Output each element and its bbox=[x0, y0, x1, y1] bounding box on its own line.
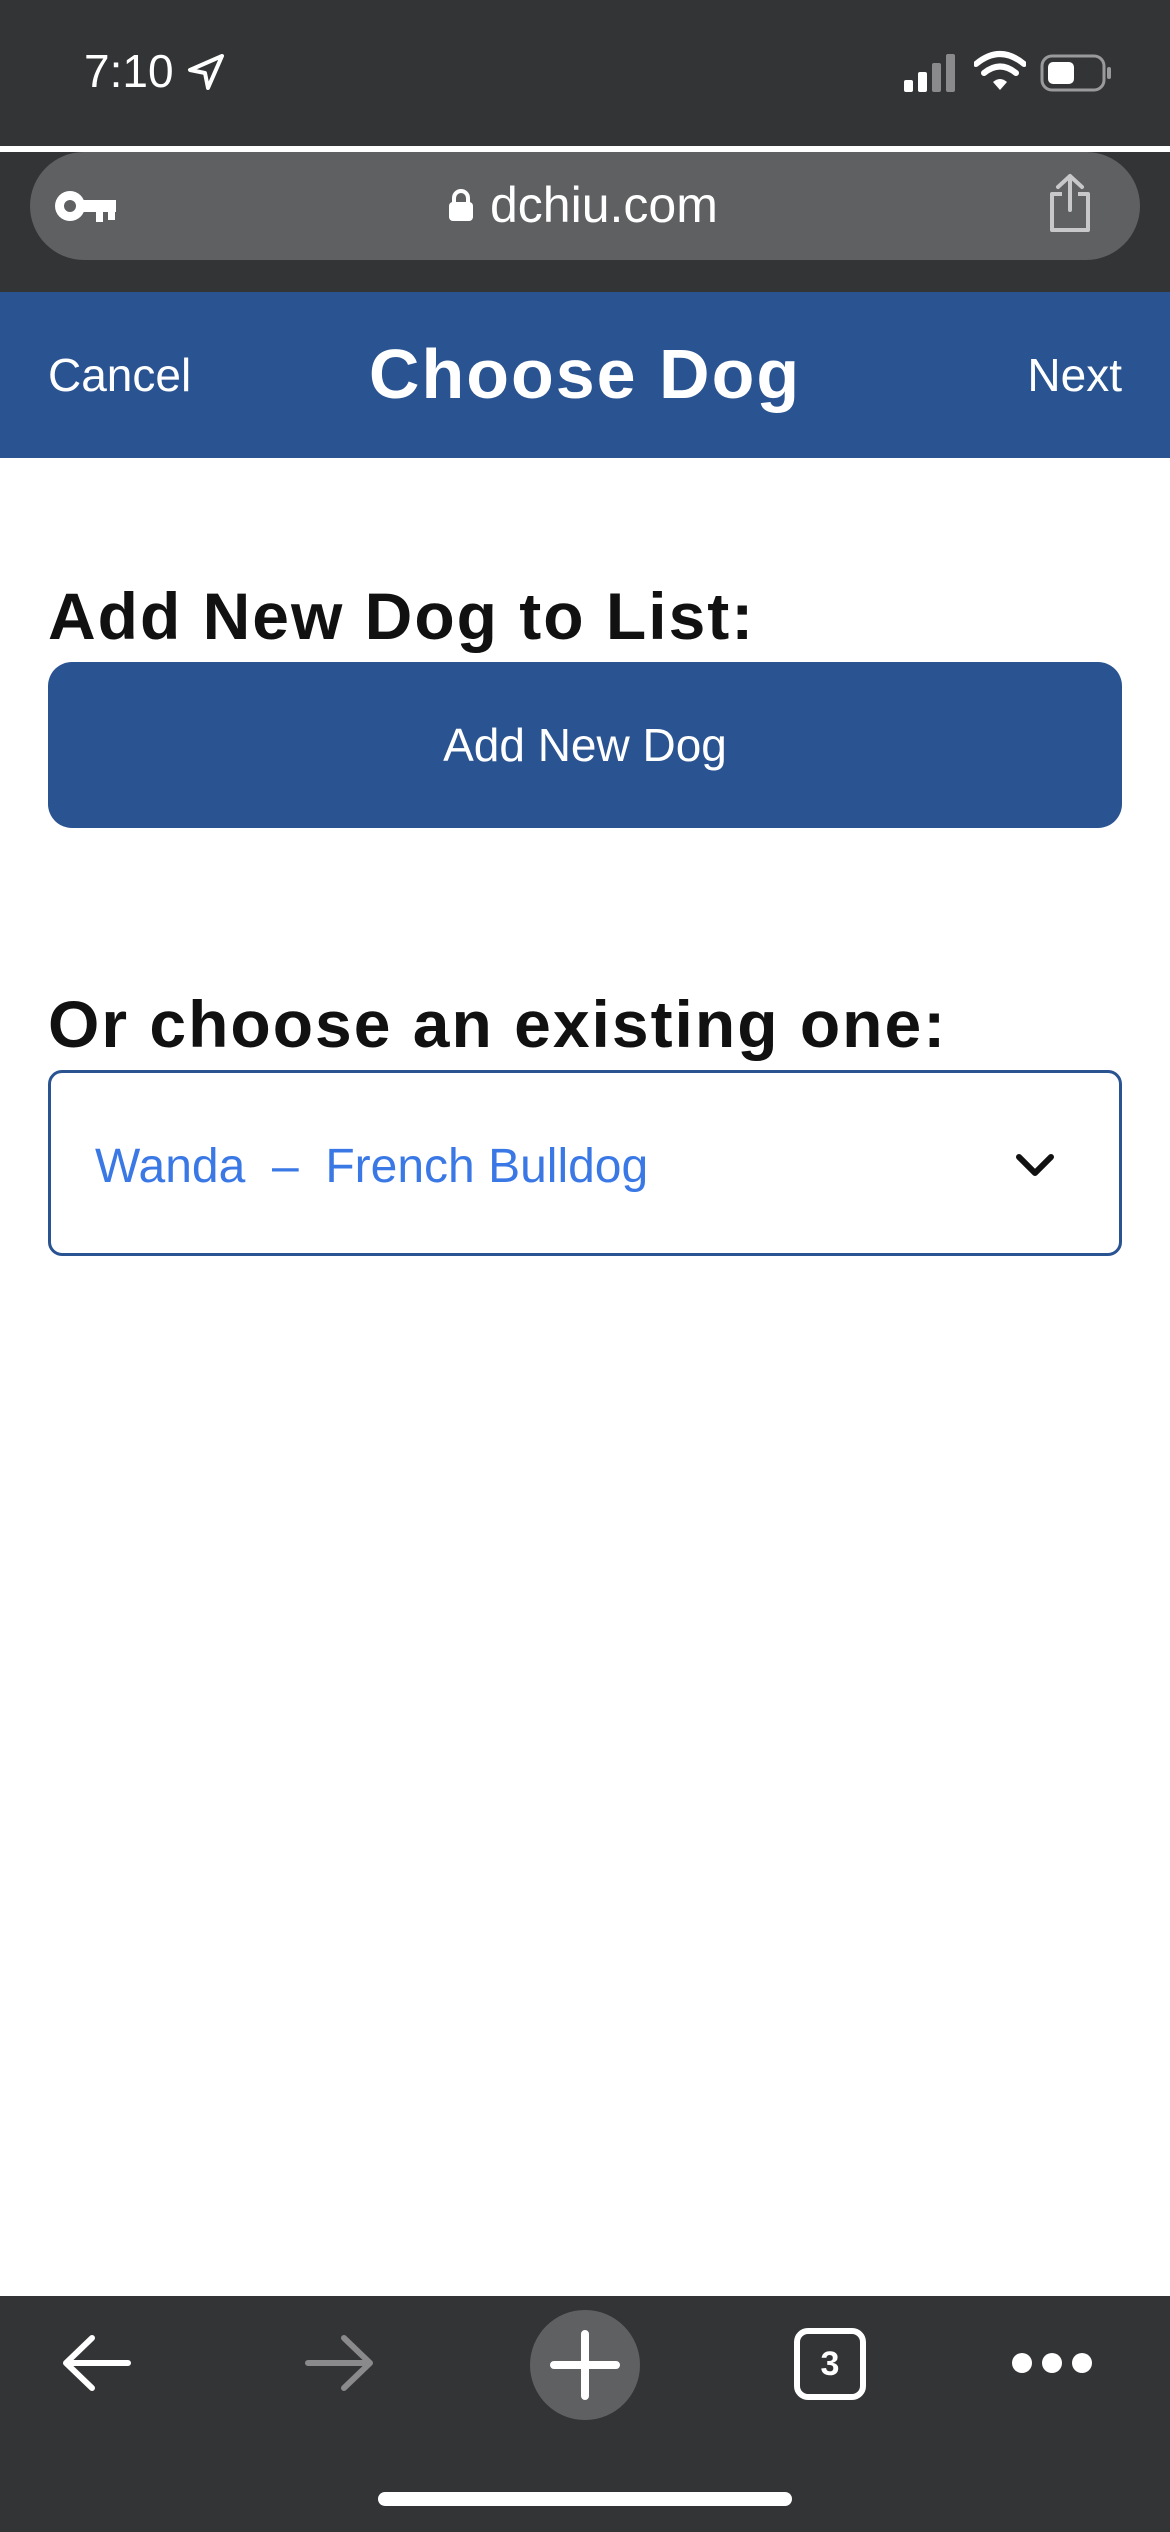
existing-dog-heading: Or choose an existing one: bbox=[48, 987, 948, 1061]
status-time: 7:10 bbox=[84, 45, 174, 97]
tab-count-button[interactable]: 3 bbox=[794, 2328, 866, 2400]
location-arrow-icon bbox=[188, 54, 224, 90]
more-options-icon[interactable] bbox=[1010, 2350, 1094, 2376]
share-icon[interactable] bbox=[1046, 172, 1094, 234]
wifi-icon bbox=[974, 51, 1026, 90]
battery-icon bbox=[1040, 54, 1111, 92]
lock-icon bbox=[449, 189, 473, 221]
next-button[interactable]: Next bbox=[1027, 348, 1122, 402]
back-arrow-icon[interactable] bbox=[58, 2332, 134, 2394]
dog-select[interactable]: Wanda – French Bulldog bbox=[48, 1070, 1122, 1256]
add-dog-heading: Add New Dog to List: bbox=[48, 579, 756, 653]
page-title: Choose Dog bbox=[368, 335, 802, 413]
chevron-down-icon bbox=[1016, 1154, 1054, 1176]
url-text[interactable]: dchiu.com bbox=[490, 176, 718, 234]
key-icon[interactable] bbox=[52, 186, 118, 226]
forward-arrow-icon[interactable] bbox=[302, 2332, 378, 2394]
plus-icon bbox=[550, 2330, 620, 2400]
cellular-signal-icon bbox=[904, 54, 955, 92]
add-new-dog-button[interactable]: Add New Dog bbox=[48, 662, 1122, 828]
dog-select-value: Wanda – French Bulldog bbox=[95, 1140, 649, 1193]
home-indicator bbox=[378, 2492, 792, 2506]
